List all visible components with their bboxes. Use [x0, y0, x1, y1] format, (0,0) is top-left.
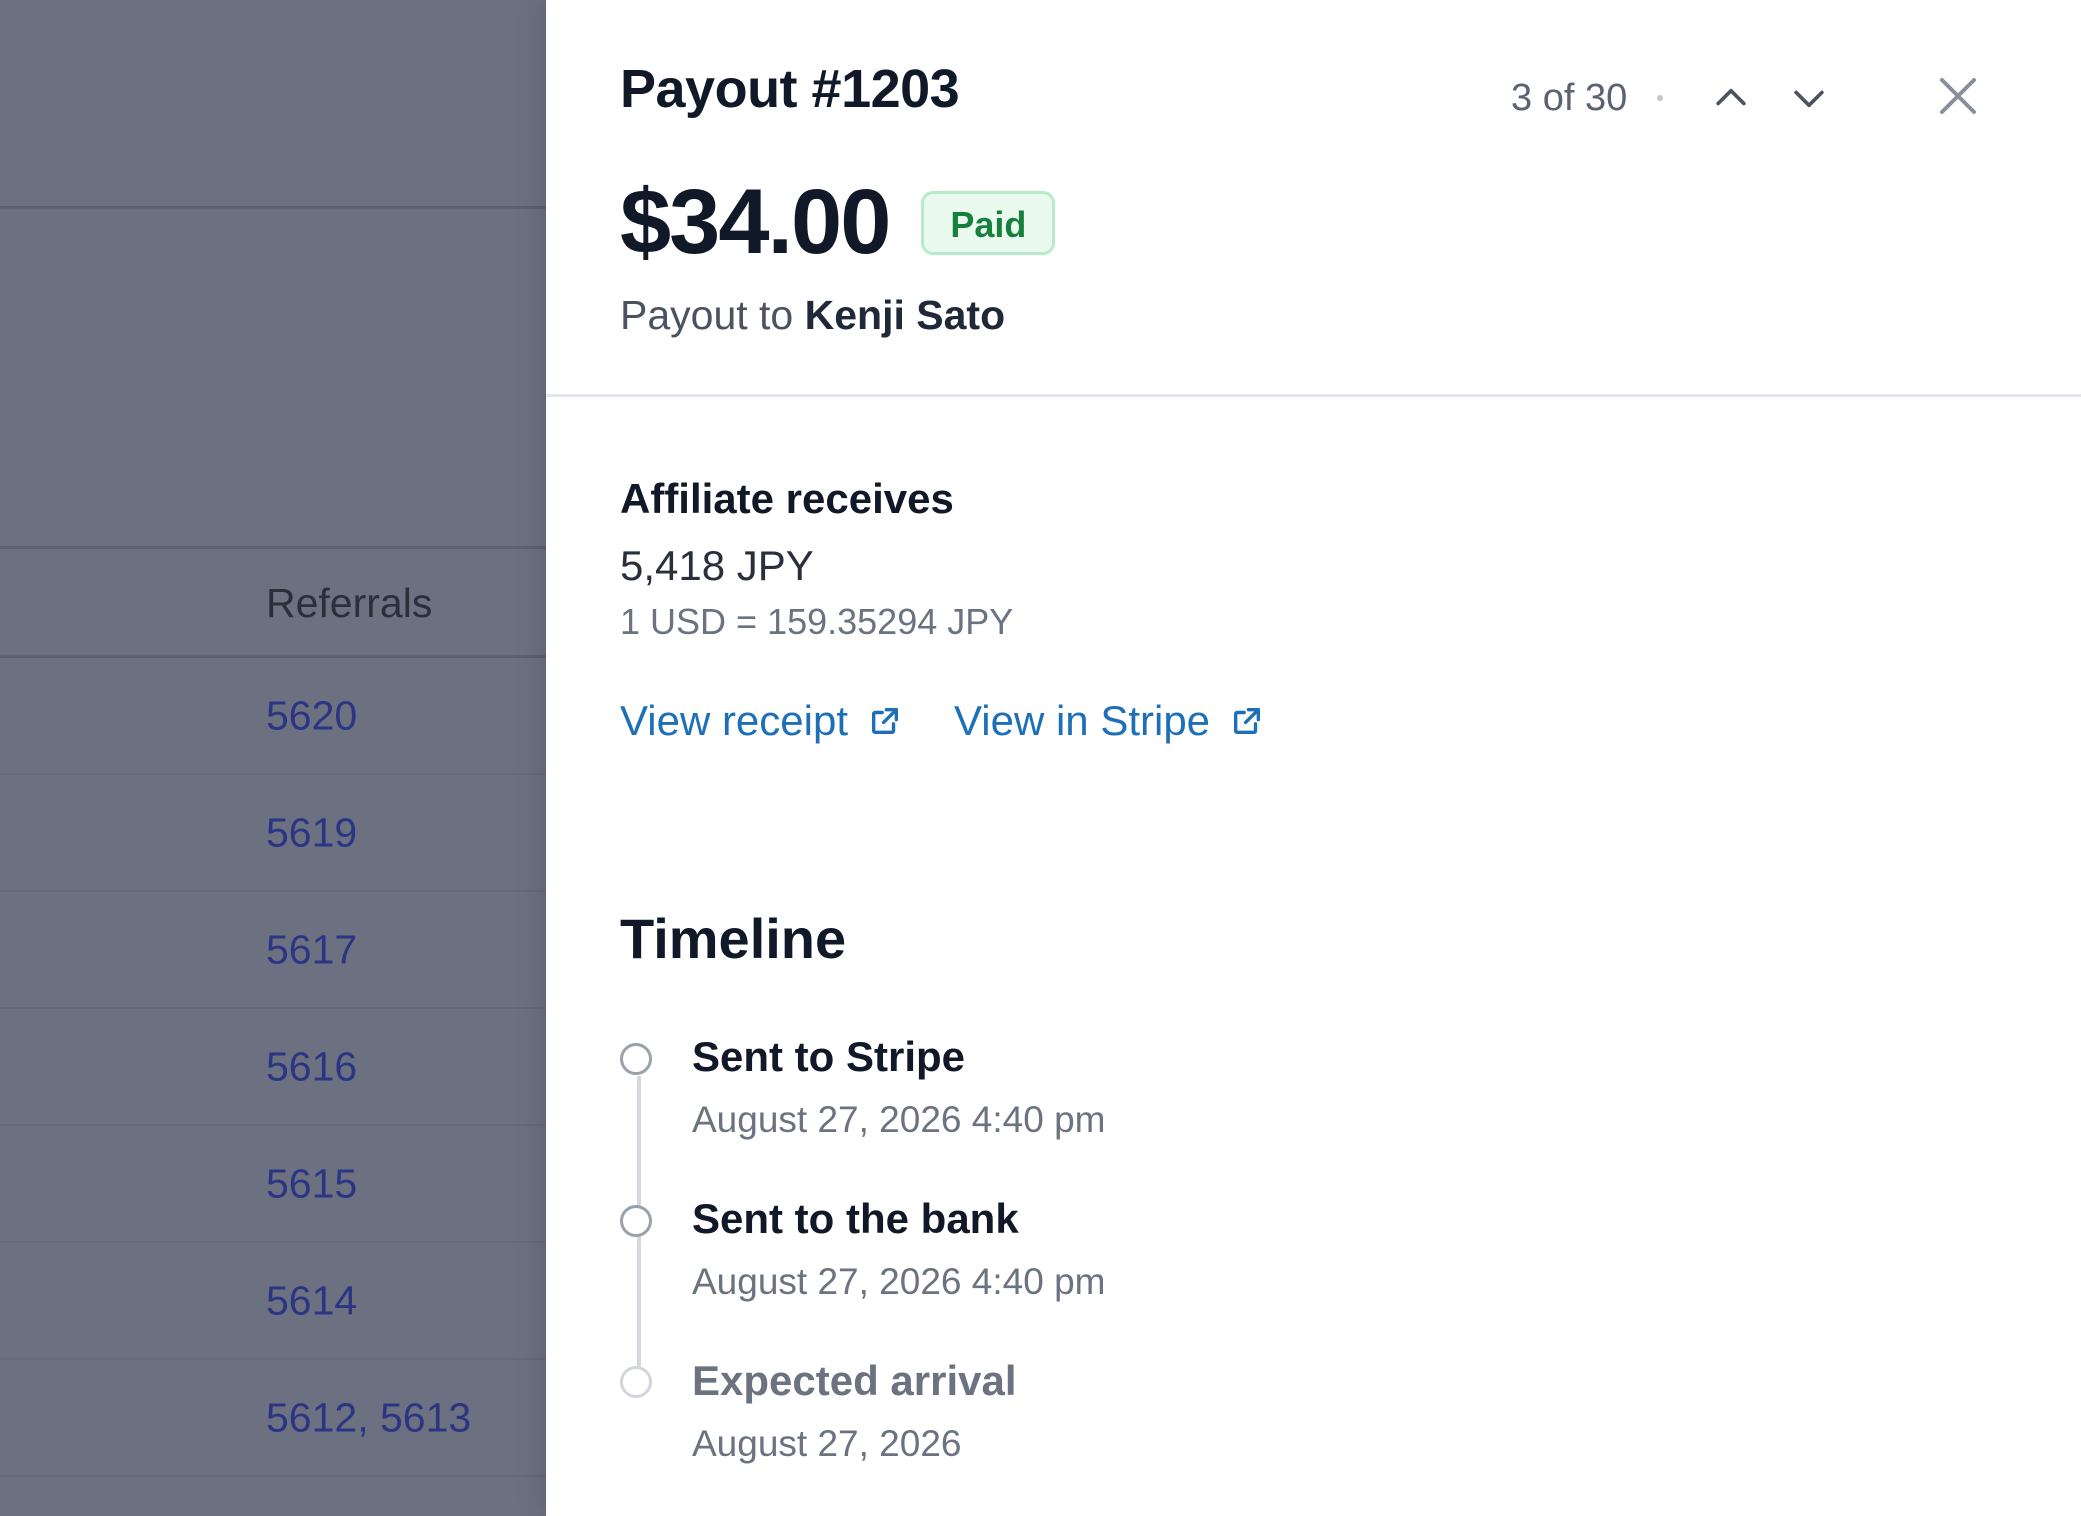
- timeline-event-title: Sent to Stripe: [692, 1033, 966, 1080]
- view-receipt-link[interactable]: View receipt: [620, 697, 902, 745]
- referral-link[interactable]: 5620: [266, 692, 357, 739]
- referral-link[interactable]: 5615: [266, 1160, 357, 1207]
- timeline-marker: [620, 1366, 652, 1398]
- exchange-rate: 1 USD = 159.35294 JPY: [620, 601, 1014, 642]
- payout-detail-panel: Payout #1203 3 of 30 $34.00 Paid Payout …: [546, 0, 2081, 1516]
- page-title: Payout #1203: [620, 59, 960, 119]
- timeline-heading: Timeline: [620, 907, 847, 970]
- affiliate-name: Kenji Sato: [804, 292, 1006, 338]
- payout-to-label: Payout to: [620, 292, 794, 338]
- external-link-icon: [1230, 704, 1264, 738]
- background-row: 5612, 5613: [0, 1360, 546, 1477]
- view-in-stripe-link[interactable]: View in Stripe: [954, 697, 1264, 745]
- external-link-icon: [868, 704, 902, 738]
- referral-link[interactable]: 5617: [266, 926, 357, 973]
- background-overlay[interactable]: Referrals 5620 5619 5617 5616 5615 5614 …: [0, 0, 546, 1516]
- background-row: 5619: [0, 775, 546, 892]
- chevron-up-icon: [1716, 88, 1746, 106]
- background-row: 5616: [0, 1009, 546, 1126]
- close-icon: [1940, 78, 1976, 114]
- timeline-marker: [620, 1205, 652, 1237]
- record-pager: 3 of 30: [1511, 70, 1837, 126]
- referral-link[interactable]: 5612, 5613: [266, 1394, 471, 1441]
- referrals-column-header: Referrals: [266, 580, 433, 626]
- view-in-stripe-label: View in Stripe: [954, 697, 1211, 744]
- payout-amount: $34.00: [620, 171, 891, 273]
- timeline-event-date: August 27, 2026 4:40 pm: [692, 1261, 1106, 1302]
- background-row: 5620: [0, 658, 546, 775]
- pager-separator: [1657, 95, 1664, 101]
- affiliate-receives-heading: Affiliate receives: [620, 475, 954, 522]
- previous-record-button[interactable]: [1703, 70, 1759, 126]
- background-row: 5617: [0, 892, 546, 1009]
- referral-link[interactable]: 5619: [266, 809, 357, 856]
- payout-recipient: Payout to Kenji Sato: [620, 292, 1005, 339]
- referral-link[interactable]: 5616: [266, 1043, 357, 1090]
- panel-header: Payout #1203 3 of 30 $34.00 Paid Payout …: [546, 0, 2081, 397]
- background-row: 5614: [0, 1243, 546, 1360]
- background-divider: [0, 546, 546, 549]
- external-links: View receipt View in Stripe: [620, 697, 1264, 745]
- next-record-button[interactable]: [1781, 70, 1837, 126]
- timeline-event-date: August 27, 2026 4:40 pm: [692, 1099, 1106, 1140]
- timeline-event-title: Expected arrival: [692, 1357, 1017, 1404]
- app-stage: Referrals 5620 5619 5617 5616 5615 5614 …: [0, 0, 2081, 1516]
- status-badge: Paid: [921, 190, 1056, 255]
- timeline-event-title: Sent to the bank: [692, 1195, 1019, 1242]
- view-receipt-label: View receipt: [620, 697, 849, 744]
- affiliate-received-amount: 5,418 JPY: [620, 542, 814, 589]
- background-row: 5615: [0, 1126, 546, 1243]
- timeline-event-date: August 27, 2026: [692, 1423, 962, 1464]
- background-divider: [0, 206, 546, 209]
- chevron-down-icon: [1794, 90, 1824, 108]
- pager-position: 3 of 30: [1511, 76, 1628, 119]
- timeline-marker: [620, 1043, 652, 1075]
- referral-link[interactable]: 5614: [266, 1277, 357, 1324]
- payout-amount-row: $34.00 Paid: [620, 170, 1056, 275]
- close-panel-button[interactable]: [1930, 68, 1986, 124]
